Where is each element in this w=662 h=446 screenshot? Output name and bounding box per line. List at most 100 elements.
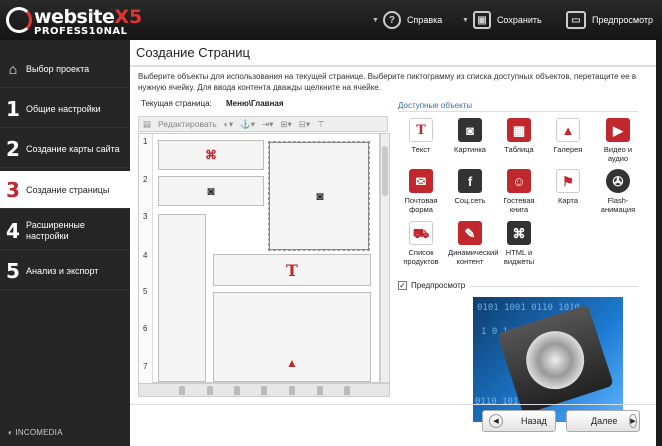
layout-grid[interactable]: 1 2 3 4 5 6 7 ⌘ ◙ ◙ T ▲ xyxy=(138,133,380,384)
cart-icon: ⛟ xyxy=(409,221,433,245)
column-handle[interactable] xyxy=(317,386,323,395)
object-map[interactable]: ⚑ Карта xyxy=(546,169,590,205)
logo-x5: X5 xyxy=(114,6,143,28)
preview-divider xyxy=(470,286,638,287)
preview-checkbox[interactable]: ✓ Предпросмотр xyxy=(398,281,465,290)
step-number: 1 xyxy=(6,96,20,121)
object-dynamic[interactable]: ✎ Динамический контент xyxy=(448,221,498,266)
grid-cell-empty[interactable] xyxy=(158,214,206,382)
back-button-label: Назад xyxy=(521,416,547,426)
help-label: Справка xyxy=(406,15,443,25)
social-icon: f xyxy=(458,169,482,193)
object-flash[interactable]: ✇ Flash-анимация xyxy=(596,169,640,214)
object-mail-form[interactable]: ✉ Почтовая форма xyxy=(399,169,443,214)
object-label: Соц.сеть xyxy=(454,196,486,205)
row-number: 2 xyxy=(143,175,148,184)
text-icon: T xyxy=(409,118,433,142)
save-button[interactable]: ▼ ▣ Сохранить xyxy=(462,10,542,30)
column-handle[interactable] xyxy=(179,386,185,395)
object-products[interactable]: ⛟ Список продуктов xyxy=(399,221,443,266)
object-html[interactable]: ⌘ HTML и виджеты xyxy=(497,221,541,266)
object-label: Таблица xyxy=(504,145,534,154)
object-label: Текст xyxy=(411,145,431,154)
save-icon: ▣ xyxy=(472,11,491,29)
pin-icon[interactable]: ⊤ xyxy=(317,119,324,130)
back-button[interactable]: ◀ Назад xyxy=(482,410,556,432)
sidebar-item-label: Выбор проекта xyxy=(26,63,90,74)
step-number: 5 xyxy=(6,258,20,283)
sidebar-item-page-creation[interactable]: 3 Создание страницы xyxy=(0,171,130,209)
layout-toolbar: ▤ Редактировать ◐▾ ⚓▾ ⇥▾ ⊞▾ ⊟▾ ⊤ xyxy=(138,116,388,132)
dynamic-icon: ✎ xyxy=(458,221,482,245)
style-icon[interactable]: ◐▾ xyxy=(224,119,233,130)
sidebar-item-project[interactable]: ⌂ Выбор проекта xyxy=(0,50,130,88)
grid-cell-html[interactable]: ⌘ xyxy=(158,140,264,170)
sidebar-item-export[interactable]: 5 Анализ и экспорт xyxy=(0,252,130,290)
arrow-left-icon: ◀ xyxy=(489,414,503,428)
available-objects-divider xyxy=(398,111,638,112)
camera-icon: ◙ xyxy=(458,118,482,142)
grid-cell-image[interactable]: ◙ xyxy=(158,176,264,206)
monitor-icon: ▭ xyxy=(566,11,586,29)
text-icon: T xyxy=(286,260,298,280)
anchor-icon[interactable]: ⚓▾ xyxy=(240,119,255,130)
align-icon[interactable]: ⇥▾ xyxy=(262,119,273,130)
object-social[interactable]: f Соц.сеть xyxy=(448,169,492,205)
logo-word: website xyxy=(34,6,115,28)
mail-icon: ✉ xyxy=(409,169,433,193)
object-label: Картинка xyxy=(454,145,486,154)
map-icon: ⚑ xyxy=(556,169,580,193)
object-image[interactable]: ◙ Картинка xyxy=(448,118,492,154)
camera-icon: ◙ xyxy=(316,189,324,203)
column-handle[interactable] xyxy=(261,386,267,395)
column-handle[interactable] xyxy=(234,386,240,395)
object-label: Flash-анимация xyxy=(600,196,636,214)
logo-circle-icon xyxy=(6,7,32,33)
brand-name: INCOMEDIA xyxy=(15,428,63,437)
step-number: 3 xyxy=(6,177,20,202)
object-label: Галерея xyxy=(553,145,583,154)
edit-button[interactable]: Редактировать xyxy=(158,119,217,129)
sidebar-item-sitemap[interactable]: 2 Создание карты сайта xyxy=(0,130,130,168)
dropdown-arrow-icon: ▼ xyxy=(462,16,469,24)
object-video[interactable]: ▶ Видео и аудио xyxy=(596,118,640,163)
row-number: 7 xyxy=(143,362,148,371)
flash-icon: ✇ xyxy=(606,169,630,193)
gallery-icon: ▲ xyxy=(286,356,298,370)
insert-row-icon[interactable]: ⊞▾ xyxy=(280,119,291,130)
object-label: Видео и аудио xyxy=(603,145,633,163)
object-gallery[interactable]: ▲ Галерея xyxy=(546,118,590,154)
object-label: Почтовая форма xyxy=(404,196,438,214)
main-panel: Создание Страниц Выберите объекты для ис… xyxy=(130,40,656,446)
checkbox-checked-icon[interactable]: ✓ xyxy=(398,281,407,290)
object-guestbook[interactable]: ☺ Гостевая книга xyxy=(497,169,541,214)
scroll-thumb[interactable] xyxy=(382,146,388,196)
top-bar: websiteX5 PROFESS10NAL ▼ ? Справка ▼ ▣ С… xyxy=(0,0,662,40)
object-label: Динамический контент xyxy=(448,248,499,266)
current-page-value: Меню\Главная xyxy=(226,99,284,108)
step-number: 4 xyxy=(6,218,20,243)
delete-row-icon[interactable]: ⊟▾ xyxy=(299,119,310,130)
object-table[interactable]: ▦ Таблица xyxy=(497,118,541,154)
help-button[interactable]: ▼ ? Справка xyxy=(372,10,442,30)
sidebar-item-advanced[interactable]: 4 Расширенные настройки xyxy=(0,212,130,250)
sidebar-item-label: Анализ и экспорт xyxy=(26,265,99,276)
gallery-icon: ▲ xyxy=(556,118,580,142)
grid-cell-text[interactable]: T xyxy=(213,254,371,286)
grid-cell-image-selected[interactable]: ◙ xyxy=(268,141,370,251)
page-description: Выберите объекты для использования на те… xyxy=(138,72,637,92)
grid-cell-gallery[interactable]: ▲ xyxy=(213,292,371,382)
sidebar-item-general[interactable]: 1 Общие настройки xyxy=(0,90,130,128)
row-number: 1 xyxy=(143,137,148,146)
column-handle[interactable] xyxy=(207,386,213,395)
object-text[interactable]: T Текст xyxy=(399,118,443,154)
footer-divider xyxy=(130,404,656,405)
column-handle[interactable] xyxy=(289,386,295,395)
home-icon: ⌂ xyxy=(8,60,18,77)
available-objects-title: Доступные объекты xyxy=(398,101,473,110)
preview-button[interactable]: ▭ Предпросмотр xyxy=(566,10,653,30)
column-handle[interactable] xyxy=(344,386,350,395)
edit-icon: ▤ xyxy=(143,118,152,129)
grid-vertical-scrollbar[interactable] xyxy=(380,133,390,383)
next-button[interactable]: Далее ▶ xyxy=(566,410,640,432)
